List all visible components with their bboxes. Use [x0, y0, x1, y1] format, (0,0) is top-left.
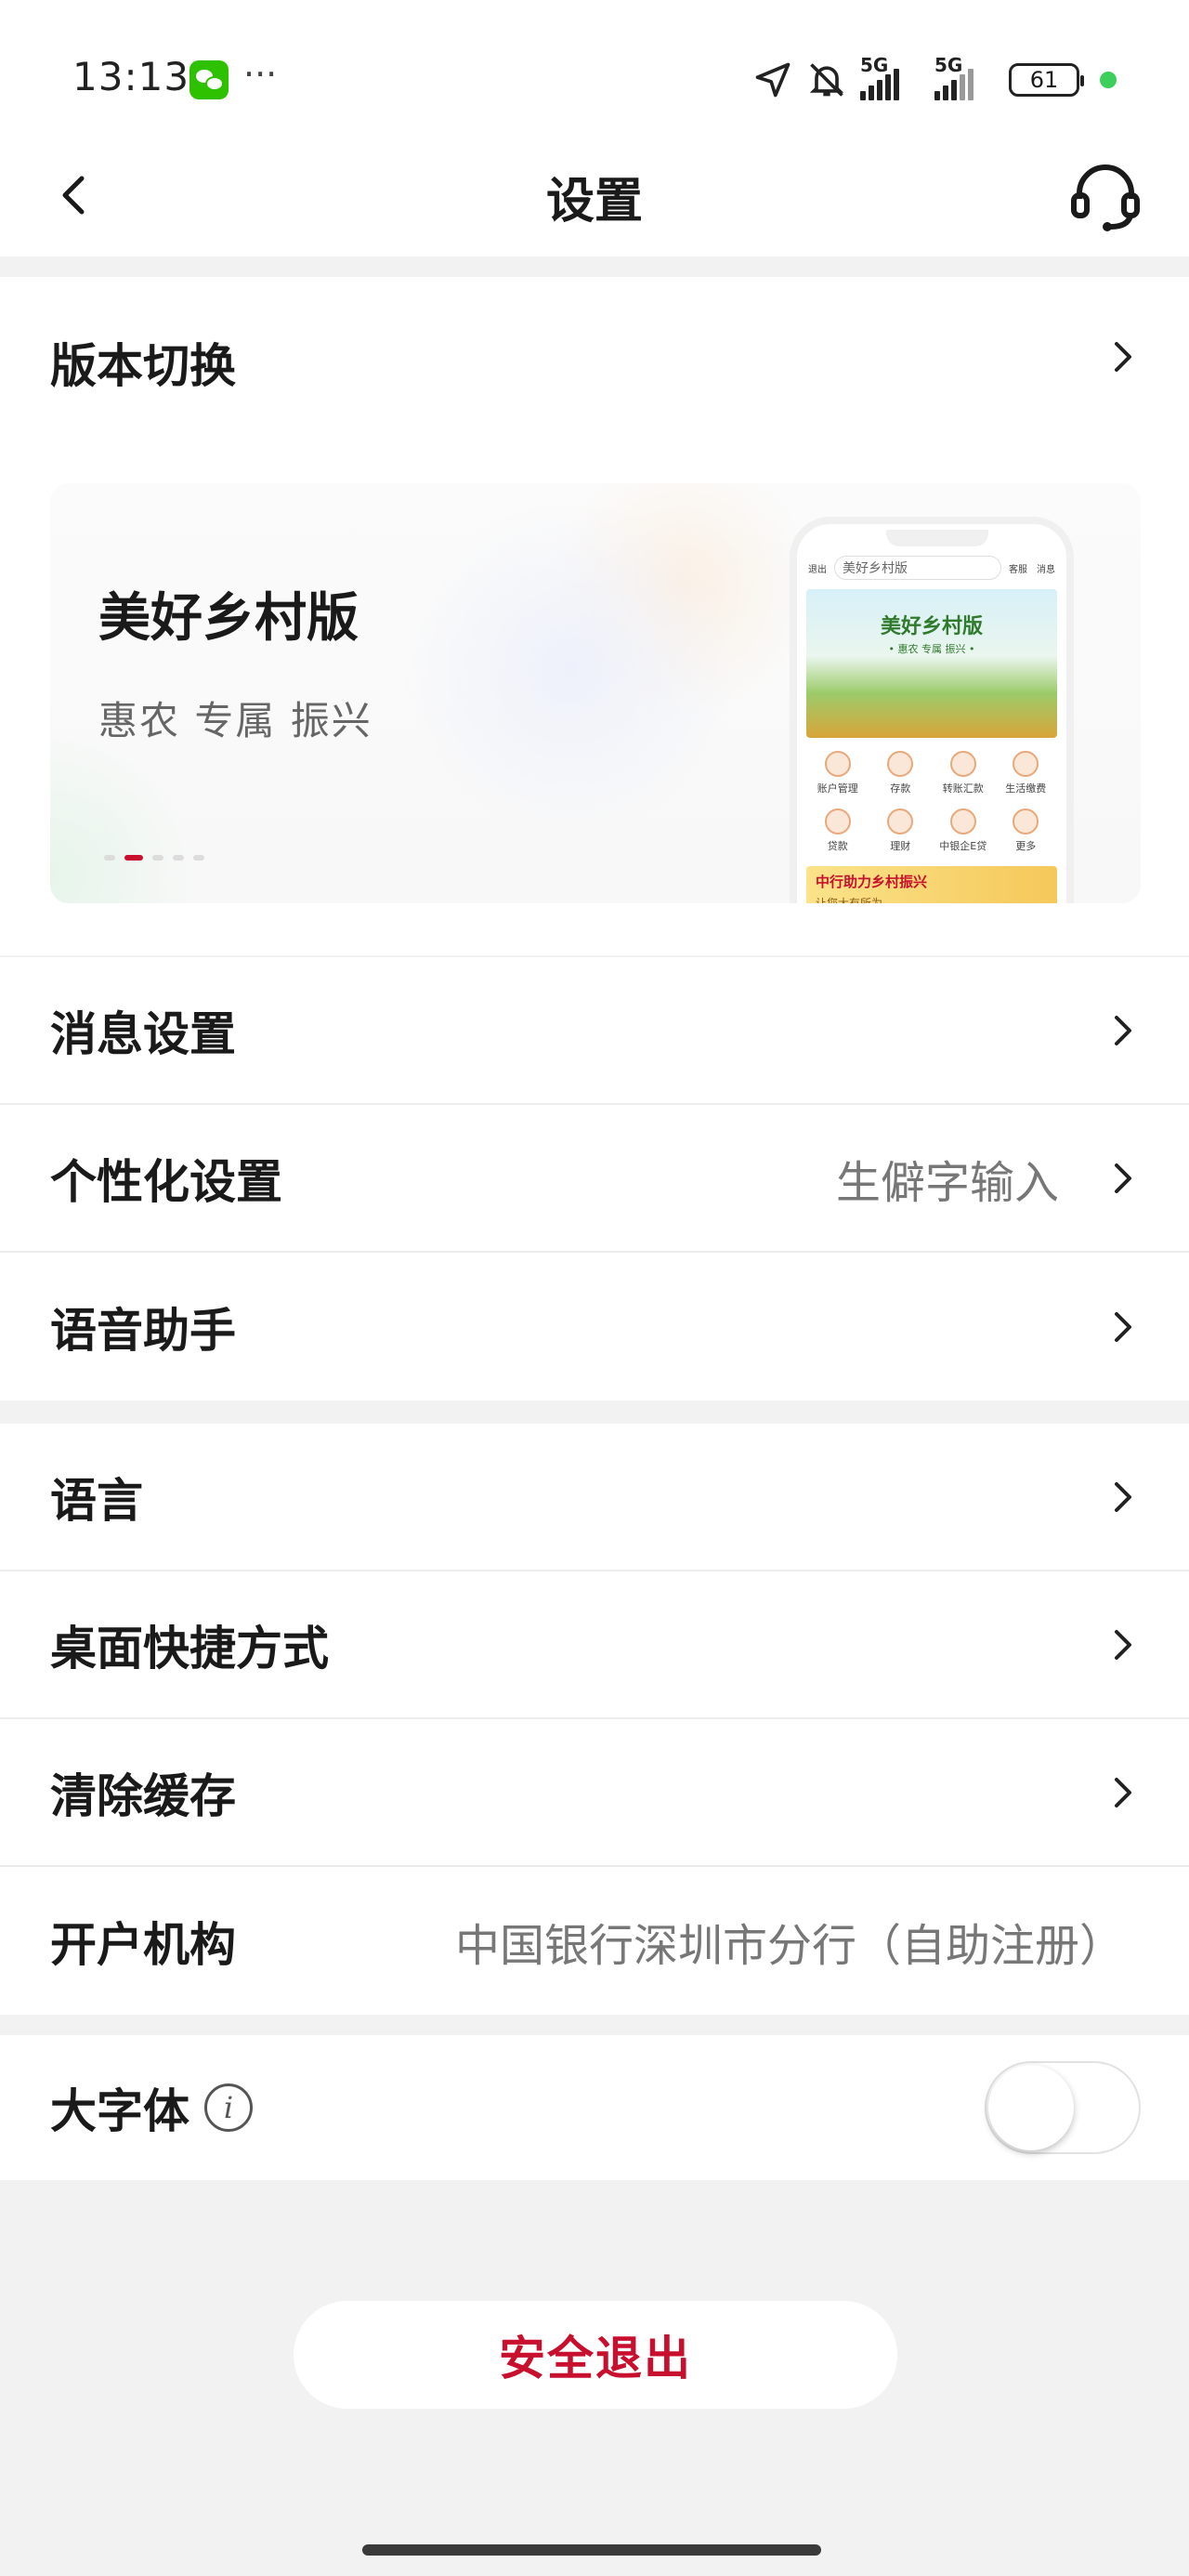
- row-label: 桌面快捷方式: [50, 1621, 329, 1676]
- phone-screen: 退出 美好乡村版 客服 消息 美好乡村版 • 惠农 专属 振兴 • 账户管理 存…: [806, 552, 1057, 903]
- row-label: 语言: [50, 1473, 143, 1528]
- phone-grid-item: 生活缴费: [995, 751, 1058, 795]
- phone-grid-item: 转账汇款: [932, 751, 995, 795]
- account-branch-row: 开户机构 中国银行深圳市分行（自助注册）: [0, 1867, 1189, 2015]
- chevron-right-icon: [1115, 1015, 1131, 1045]
- nav-bar: 设置: [0, 139, 1189, 256]
- more-notifications-icon: ···: [243, 54, 278, 95]
- personalization-settings-row[interactable]: 个性化设置 生僻字输入: [0, 1105, 1189, 1253]
- mute-bell-icon: [809, 63, 844, 97]
- chevron-right-icon: [1115, 1163, 1131, 1193]
- chevron-right-icon: [1115, 1481, 1131, 1512]
- carousel-indicator: [104, 855, 204, 861]
- privacy-indicator-dot: [1100, 72, 1117, 88]
- chevron-right-icon: [1115, 1311, 1131, 1342]
- wechat-notification-icon: [189, 60, 229, 99]
- version-switch-row[interactable]: 版本切换: [0, 277, 1189, 435]
- carousel-dot: [193, 855, 204, 861]
- voice-assistant-row[interactable]: 语音助手: [0, 1253, 1189, 1400]
- banner-title: 美好乡村版: [98, 588, 359, 649]
- logout-button[interactable]: 安全退出: [294, 2301, 897, 2409]
- battery-icon: 61: [1009, 63, 1084, 97]
- large-font-section: 大字体 i: [0, 2035, 1189, 2180]
- phone-grid-item: 贷款: [806, 808, 869, 853]
- phone-hero-banner: 美好乡村版 • 惠农 专属 振兴 •: [806, 589, 1057, 738]
- desktop-shortcut-row[interactable]: 桌面快捷方式: [0, 1571, 1189, 1719]
- phone-promo-banner: 中行助力乡村振兴 让您大有所为: [806, 866, 1057, 903]
- phone-grid-item: 更多: [995, 808, 1058, 853]
- phone-promo-title: 中行助力乡村振兴: [816, 874, 928, 890]
- phone-notch: [886, 530, 988, 546]
- signal-strength-1-icon: 5G: [860, 54, 921, 100]
- chevron-right-icon: [1115, 1629, 1131, 1660]
- phone-hero-title: 美好乡村版: [880, 615, 983, 638]
- row-value: 生僻字输入: [835, 1156, 1059, 1209]
- phone-message-label: 消息: [1037, 564, 1055, 575]
- phone-function-grid: 账户管理 存款 转账汇款 生活缴费 贷款 理财 中银企E贷 更多: [806, 751, 1057, 853]
- row-label: 个性化设置: [50, 1154, 282, 1209]
- large-font-row: 大字体 i: [0, 2035, 1189, 2180]
- language-row[interactable]: 语言: [0, 1424, 1189, 1571]
- settings-group-2: 语言 桌面快捷方式 清除缓存 开户机构 中国银行深圳市分行（自助注册）: [0, 1424, 1189, 2015]
- phone-hero-subtitle: • 惠农 专属 振兴 •: [888, 643, 975, 655]
- headset-icon[interactable]: [1066, 158, 1144, 236]
- carousel-dot: [173, 855, 184, 861]
- carousel-dot-active: [124, 855, 143, 861]
- phone-promo-subtitle: 让您大有所为: [816, 897, 883, 903]
- phone-preview-image: 退出 美好乡村版 客服 消息 美好乡村版 • 惠农 专属 振兴 • 账户管理 存…: [790, 517, 1074, 903]
- phone-search-box: 美好乡村版: [834, 556, 1001, 580]
- location-icon: [755, 62, 790, 98]
- signal-2-label: 5G: [934, 54, 963, 76]
- chevron-right-icon: [1115, 1777, 1131, 1807]
- signal-1-label: 5G: [860, 54, 889, 76]
- info-icon[interactable]: i: [204, 2083, 253, 2132]
- version-banner-carousel[interactable]: 美好乡村版 惠农 专属 振兴 退出 美好乡村版 客服 消息 美好乡村版 • 惠农…: [50, 483, 1141, 903]
- row-label: 开户机构: [50, 1917, 236, 1972]
- page-title: 设置: [545, 174, 643, 230]
- version-switch-label: 版本切换: [50, 339, 236, 393]
- clear-cache-row[interactable]: 清除缓存: [0, 1719, 1189, 1867]
- row-value: 中国银行深圳市分行（自助注册）: [454, 1919, 1124, 1972]
- phone-grid-item: 存款: [869, 751, 933, 795]
- row-label: 消息设置: [50, 1006, 236, 1061]
- banner-subtitle: 惠农 专属 振兴: [98, 698, 372, 743]
- row-label: 清除缓存: [50, 1768, 236, 1823]
- status-bar: 13:13 ··· 5G 5G 61: [0, 0, 1189, 139]
- phone-top-bar: 退出 美好乡村版 客服 消息: [806, 552, 1057, 584]
- chevron-right-icon: [1115, 342, 1131, 372]
- phone-grid-item: 中银企E贷: [932, 808, 995, 853]
- row-label: 大字体: [50, 2084, 189, 2138]
- home-indicator[interactable]: [362, 2544, 821, 2556]
- settings-group-1: 消息设置 个性化设置 生僻字输入 语音助手: [0, 957, 1189, 1400]
- phone-grid-item: 理财: [869, 808, 933, 853]
- row-label: 语音助手: [50, 1303, 236, 1358]
- carousel-dot: [152, 855, 163, 861]
- phone-service-label: 客服: [1009, 564, 1027, 575]
- phone-exit-label: 退出: [808, 564, 827, 575]
- carousel-dot: [104, 855, 115, 861]
- large-font-toggle[interactable]: [985, 2061, 1141, 2154]
- status-icons: 5G 5G 61: [752, 54, 1117, 102]
- status-time: 13:13: [72, 54, 190, 99]
- signal-strength-2-icon: 5G: [934, 54, 996, 100]
- message-settings-row[interactable]: 消息设置: [0, 957, 1189, 1105]
- phone-grid-item: 账户管理: [806, 751, 869, 795]
- toggle-knob: [988, 2065, 1074, 2150]
